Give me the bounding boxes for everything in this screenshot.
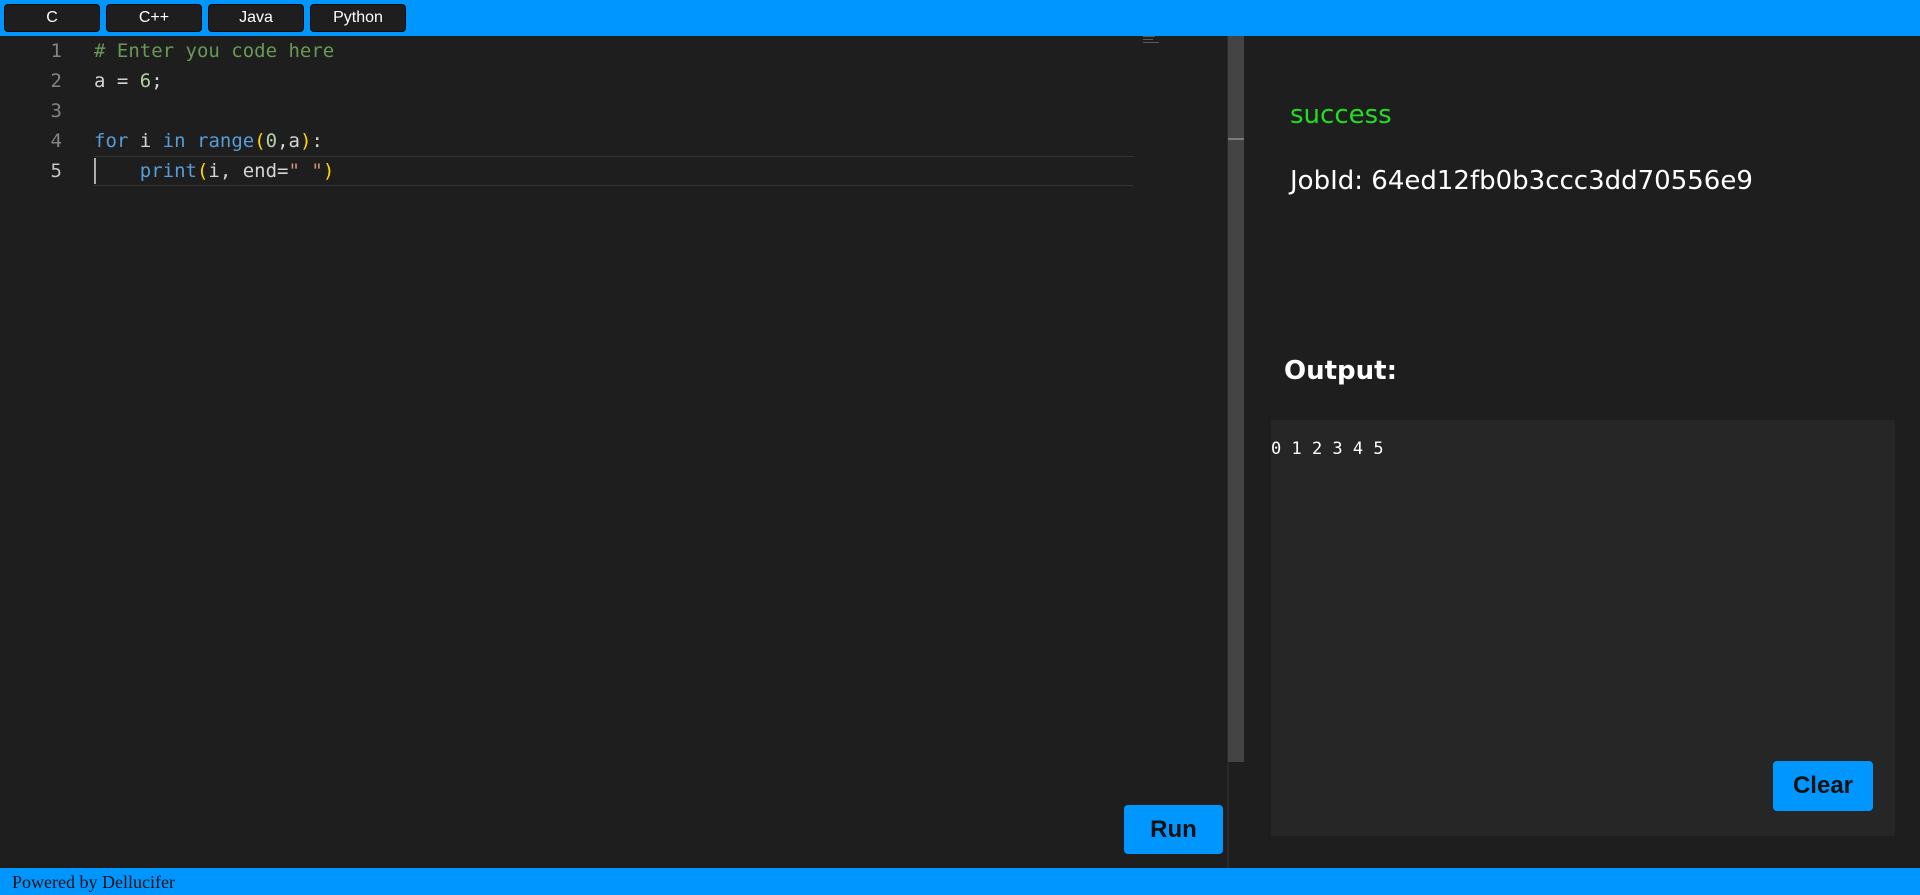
code-line-5[interactable]: print(i, end=" ") [94,156,335,186]
line-number-gutter: 1 2 3 4 5 [0,36,80,868]
editor-scrollbar[interactable] [1228,36,1244,762]
code-area[interactable]: # Enter you code here a = 6; for i in ra… [94,36,1134,868]
tab-cpp[interactable]: C++ [106,4,202,32]
line-number: 1 [50,40,62,62]
code-line-2[interactable]: a = 6; [94,66,163,96]
status-text: success [1290,100,1392,130]
line-number-active: 5 [50,160,62,182]
code-line-4[interactable]: for i in range(0,a): [94,126,323,156]
line-number: 4 [50,130,62,152]
text-cursor [94,158,96,184]
tab-c[interactable]: C [4,4,100,32]
line-number: 3 [50,100,62,122]
code-line-1[interactable]: # Enter you code here [94,36,334,66]
line-number: 2 [50,70,62,92]
footer-text: Powered by Dellucifer [12,872,175,892]
footer: Powered by Dellucifer [0,868,1920,895]
output-title: Output: [1284,356,1397,386]
output-text: 0 1 2 3 4 5 [1271,439,1384,459]
scrollbar-thumb[interactable] [1228,138,1244,140]
language-toolbar: C C++ Java Python [0,0,1920,36]
job-id-text: JobId: 64ed12fb0b3ccc3dd70556e9 [1290,166,1753,196]
tab-python[interactable]: Python [310,4,406,32]
run-button[interactable]: Run [1124,805,1223,854]
code-editor[interactable]: 1 2 3 4 5 # Enter you code here a = 6; f… [0,36,1228,868]
clear-button[interactable]: Clear [1773,761,1873,811]
minimap[interactable] [1143,36,1165,48]
tab-java[interactable]: Java [208,4,304,32]
